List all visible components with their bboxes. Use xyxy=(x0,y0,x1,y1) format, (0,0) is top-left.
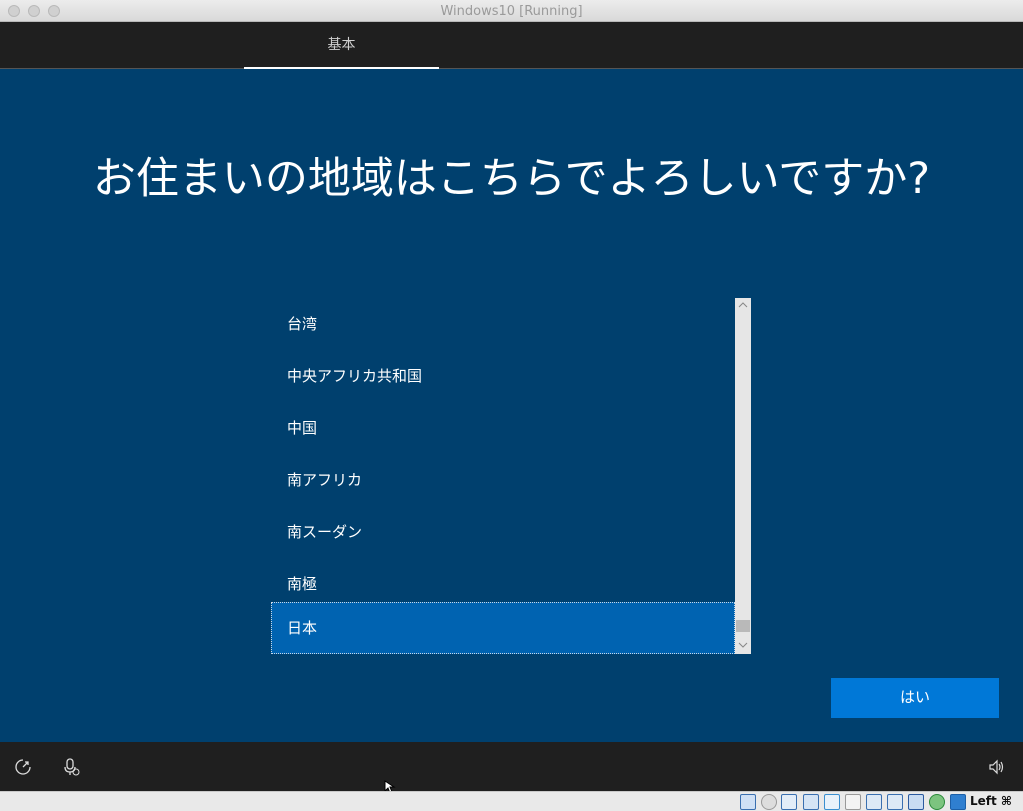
tab-active-indicator xyxy=(244,67,439,69)
host-key-label: Left ⌘ xyxy=(970,794,1013,808)
virtualbox-status-bar: Left ⌘ xyxy=(0,791,1023,811)
video-capture-icon[interactable] xyxy=(887,794,903,810)
yes-button[interactable]: はい xyxy=(831,678,999,718)
hard-disk-icon[interactable] xyxy=(740,794,756,810)
page-title: お住まいの地域はこちらでよろしいですか? xyxy=(92,154,931,204)
scroll-up-icon[interactable] xyxy=(735,298,751,314)
region-list-item[interactable]: 南アフリカ xyxy=(271,454,735,506)
window-titlebar: Windows10 [Running] xyxy=(0,0,1023,22)
setup-bottom-bar xyxy=(0,742,1023,791)
scroll-down-icon[interactable] xyxy=(735,638,751,654)
audio-icon[interactable] xyxy=(781,794,797,810)
window-title: Windows10 [Running] xyxy=(440,4,583,19)
globe-icon[interactable] xyxy=(929,794,945,810)
setup-top-bar: 基本 xyxy=(0,22,1023,69)
region-list-item-selected[interactable]: 日本 xyxy=(271,602,735,654)
scroll-thumb[interactable] xyxy=(736,620,750,632)
region-list-item[interactable]: 中国 xyxy=(271,402,735,454)
network-icon[interactable] xyxy=(803,794,819,810)
list-scrollbar[interactable] xyxy=(735,298,751,654)
region-list-item[interactable]: 台湾 xyxy=(271,298,735,350)
tab-basics: 基本 xyxy=(327,37,356,53)
vbox-icon[interactable] xyxy=(908,794,924,810)
optical-drive-icon[interactable] xyxy=(761,794,777,810)
region-list[interactable]: 台湾 中央アフリカ共和国 中国 南アフリカ 南スーダン 南極 日本 xyxy=(271,298,751,654)
microphone-icon[interactable] xyxy=(62,758,80,776)
ease-of-access-icon[interactable] xyxy=(14,758,32,776)
vm-display: 基本 お住まいの地域はこちらでよろしいですか? 台湾 中央アフリカ共和国 中国 … xyxy=(0,22,1023,791)
region-list-item[interactable]: 南スーダン xyxy=(271,506,735,558)
usb-icon[interactable] xyxy=(824,794,840,810)
shared-folders-icon[interactable] xyxy=(845,794,861,810)
region-list-item[interactable]: 中央アフリカ共和国 xyxy=(271,350,735,402)
download-icon[interactable] xyxy=(950,794,966,810)
display-icon[interactable] xyxy=(866,794,882,810)
volume-icon[interactable] xyxy=(988,758,1006,776)
